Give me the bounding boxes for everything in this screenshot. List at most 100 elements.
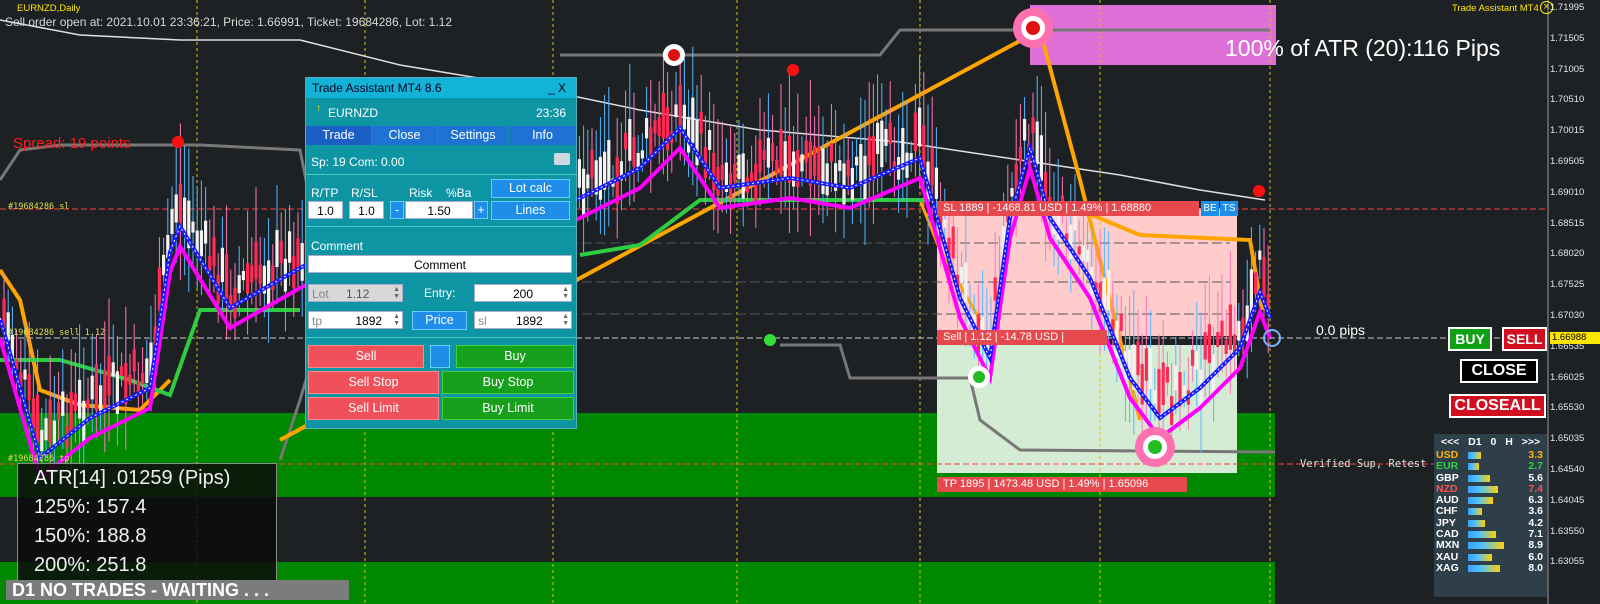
price-tick-label: 1.69010 — [1550, 186, 1585, 198]
pending-toggle-button[interactable] — [430, 345, 450, 368]
candle-body — [1086, 249, 1090, 262]
candle-body — [103, 369, 107, 413]
entry-spinner-icon[interactable]: ▲ ▼ — [562, 286, 569, 300]
candle-body — [220, 247, 224, 283]
candle-body — [162, 254, 166, 276]
candle-body — [829, 143, 833, 162]
pivot-dot — [973, 371, 985, 383]
lot-input[interactable]: Lot 1.12 ▲ ▼ — [308, 284, 403, 302]
pivot-dot — [1148, 440, 1162, 454]
candle-body — [1207, 324, 1211, 363]
meter-currency: XAG — [1436, 561, 1459, 574]
candle-body — [212, 237, 216, 267]
sl-line-label: #19684286 sl — [8, 202, 70, 212]
buy-limit-button[interactable]: Buy Limit — [442, 397, 574, 420]
candle-body — [741, 153, 745, 199]
comment-input[interactable]: Comment — [308, 255, 572, 273]
candle-body — [653, 120, 657, 134]
candle-body — [657, 117, 661, 137]
candle-body — [918, 107, 922, 147]
sl-level-tag[interactable]: SL 1889 | -1468.81 USD | 1.49% | 1.68880 — [937, 201, 1199, 216]
candle-body — [577, 159, 581, 188]
buy-button[interactable]: Buy — [456, 345, 574, 368]
price-tick-label: 1.67525 — [1550, 279, 1585, 291]
camera-icon[interactable] — [554, 153, 570, 165]
candle-body — [258, 264, 262, 284]
close-all-button[interactable]: CLOSEALL — [1449, 394, 1546, 418]
price-tick-label: 1.63550 — [1550, 525, 1585, 537]
rtp-input[interactable]: 1.0 — [308, 201, 343, 219]
candle-body — [48, 399, 52, 444]
pivot-dot — [1026, 21, 1040, 35]
lot-calc-button[interactable]: Lot calc — [491, 179, 570, 198]
candle-body — [792, 151, 796, 187]
entry-input[interactable]: 200 ▲ ▼ — [474, 284, 572, 302]
price-tick-label: 1.63055 — [1550, 556, 1585, 568]
price-tick-label: 1.64540 — [1550, 464, 1585, 475]
sl-spinner-icon[interactable]: ▲ ▼ — [562, 313, 569, 327]
be-badge[interactable]: BE — [1201, 201, 1219, 216]
sell-limit-button[interactable]: Sell Limit — [308, 397, 439, 420]
panel-title-bar[interactable]: Trade Assistant MT4 8.6 _ X — [306, 78, 576, 98]
price-button[interactable]: Price — [412, 311, 467, 330]
atr-150-line: 150%: 188.8 — [34, 525, 147, 547]
candle-body — [888, 122, 892, 145]
candle-body — [783, 141, 787, 179]
panel-title: Trade Assistant MT4 8.6 — [312, 81, 442, 95]
meter-mode[interactable]: H — [1505, 436, 1513, 448]
candle-body — [1203, 332, 1207, 360]
candle-body — [199, 230, 203, 257]
candle-body — [682, 104, 686, 130]
meter-prev-button[interactable]: <<< — [1441, 436, 1459, 448]
entry-level-tag[interactable]: Sell | 1.12 | -14.78 USD | — [937, 330, 1107, 345]
meter-next-button[interactable]: >>> — [1522, 436, 1540, 448]
panel-divider — [306, 174, 576, 175]
tab-close[interactable]: Close — [372, 126, 437, 145]
tp-level-tag[interactable]: TP 1895 | 1473.48 USD | 1.49% | 1.65096 — [937, 477, 1187, 492]
risk-input[interactable]: 1.50 — [405, 201, 473, 219]
risk-plus-button[interactable]: + — [474, 201, 488, 219]
quick-buy-button[interactable]: BUY — [1448, 327, 1492, 351]
tab-settings[interactable]: Settings — [438, 126, 508, 145]
sell-stop-button[interactable]: Sell Stop — [308, 371, 439, 394]
close-button[interactable]: CLOSE — [1460, 359, 1538, 383]
candle-body — [871, 135, 875, 181]
rsl-input[interactable]: 1.0 — [349, 201, 384, 219]
candle-body — [779, 128, 783, 176]
candle-body — [1228, 304, 1232, 350]
risk-minus-button[interactable]: - — [390, 201, 404, 219]
meter-currency: MXN — [1436, 539, 1460, 552]
sell-button[interactable]: Sell — [308, 345, 424, 368]
lot-spinner-icon[interactable]: ▲ ▼ — [393, 286, 400, 300]
panel-window-buttons[interactable]: _ X — [548, 78, 566, 98]
candle-body — [99, 385, 103, 411]
quick-sell-button[interactable]: SELL — [1502, 327, 1547, 351]
tab-info[interactable]: Info — [509, 126, 576, 145]
buy-stop-button[interactable]: Buy Stop — [442, 371, 574, 394]
meter-strength-bar — [1468, 564, 1500, 572]
candle-body — [880, 120, 884, 168]
candle-body — [628, 118, 632, 161]
sl-input[interactable]: sl 1892 ▲ ▼ — [474, 311, 572, 329]
candle-body — [661, 92, 665, 139]
candle-body — [128, 374, 132, 385]
tp-input[interactable]: tp 1892 ▲ ▼ — [308, 311, 403, 329]
candle-body — [225, 254, 229, 299]
current-price-label: 1.66988 — [1550, 332, 1600, 344]
lines-button[interactable]: Lines — [491, 201, 570, 220]
price-tick-label: 1.68515 — [1550, 217, 1585, 229]
percent-balance-label: %Ba — [446, 186, 472, 200]
meter-header[interactable]: <<< D1 0 H >>> — [1434, 434, 1547, 450]
meter-row: XAG 8.0 — [1434, 561, 1547, 574]
atr-percent-text: 100% of ATR (20):116 Pips — [1225, 35, 1501, 61]
panel-time: 23:36 — [536, 106, 567, 120]
candle-body — [813, 145, 817, 176]
price-tick-label: 1.65035 — [1550, 433, 1585, 445]
ts-badge[interactable]: TS — [1220, 201, 1238, 216]
candle-body — [590, 150, 594, 178]
tab-trade[interactable]: Trade — [306, 126, 371, 145]
tp-spinner-icon[interactable]: ▲ ▼ — [393, 313, 400, 327]
candle-body — [720, 164, 724, 181]
candle-body — [1224, 340, 1228, 354]
candle-body — [1018, 146, 1022, 163]
